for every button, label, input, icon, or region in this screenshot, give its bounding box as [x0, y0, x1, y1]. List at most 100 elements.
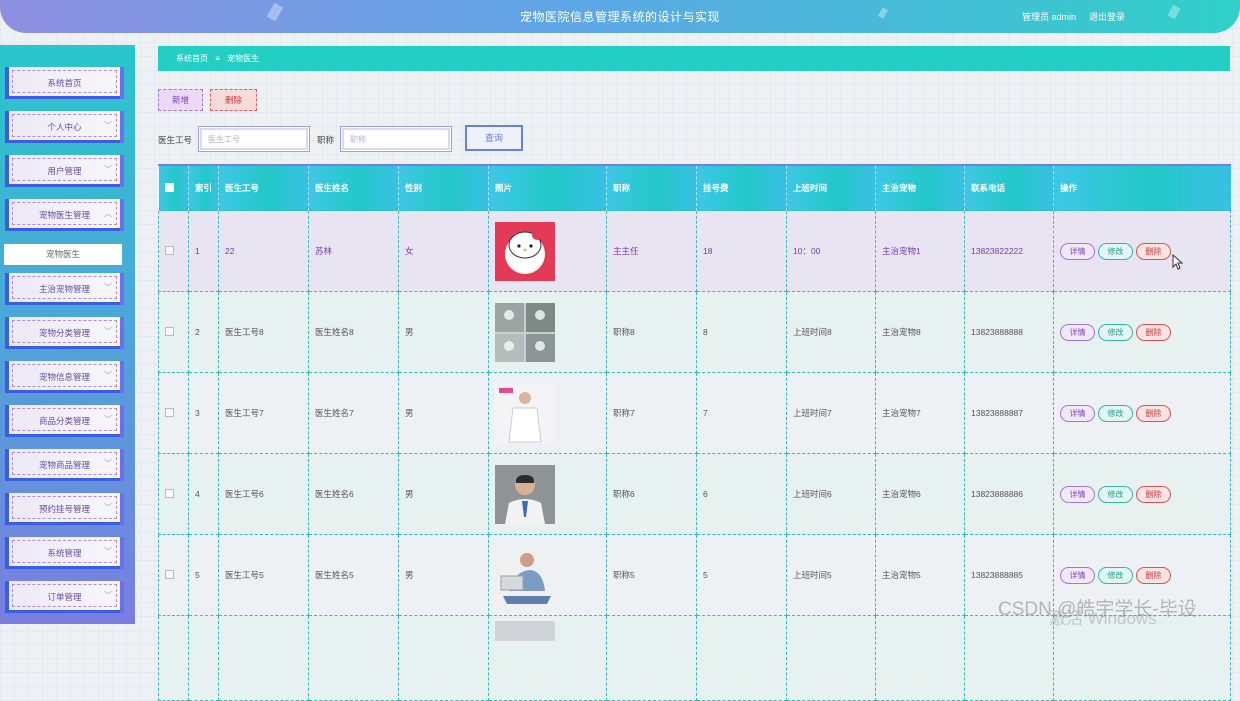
- fee-cell: 8: [696, 291, 787, 373]
- chevron-down-icon: ﹀: [104, 503, 112, 512]
- actions-cell: 详情 修改 删除: [1053, 372, 1231, 454]
- title-cell: 职称6: [606, 453, 697, 535]
- photo-cell: [488, 210, 607, 292]
- treated-pet-cell: 主治宠物6: [875, 453, 965, 535]
- photo-cell: [488, 372, 607, 454]
- view-button[interactable]: 详情: [1060, 242, 1095, 260]
- select-all-checkbox[interactable]: [165, 182, 174, 192]
- chevron-down-icon: ﹀: [104, 283, 112, 292]
- row-checkbox[interactable]: [165, 245, 174, 255]
- row-select-cell[interactable]: [158, 291, 189, 373]
- row-select-cell[interactable]: [158, 453, 189, 535]
- phone-cell: [964, 615, 1054, 701]
- sidebar-subitem-doctor[interactable]: 宠物医生: [4, 244, 122, 265]
- row-select-cell[interactable]: [158, 372, 189, 454]
- sidebar-item-system[interactable]: 系统管理 ﹀: [5, 537, 120, 569]
- table-row: 1 22 苏林 女 主主任 18 10：00 主治宠物1 13823822222: [158, 210, 1231, 292]
- edit-button[interactable]: 修改: [1098, 566, 1133, 584]
- chevron-down-icon: ﹀: [104, 121, 112, 130]
- breadcrumb-separator: ≡: [215, 54, 220, 63]
- sidebar-item-users[interactable]: 用户管理 ﹀: [5, 155, 120, 187]
- doctor-photo[interactable]: [495, 464, 555, 524]
- select-all-header[interactable]: [158, 164, 189, 211]
- treated-pet-cell: 主治宠物1: [875, 210, 965, 292]
- row-select-cell[interactable]: [158, 615, 189, 701]
- phone-cell: 13823888886: [964, 453, 1054, 535]
- activate-windows-text: 激活 Windows: [1049, 609, 1157, 628]
- row-delete-button[interactable]: 删除: [1136, 485, 1171, 503]
- edit-button[interactable]: 修改: [1098, 404, 1133, 422]
- gender-cell: 男: [398, 453, 489, 535]
- row-checkbox[interactable]: [165, 569, 174, 579]
- gender-cell: [398, 615, 489, 701]
- column-header: 照片: [488, 164, 607, 211]
- treated-pet-cell: [875, 615, 965, 701]
- view-button[interactable]: 详情: [1060, 566, 1095, 584]
- index-cell: 5: [188, 534, 219, 616]
- breadcrumb: 系统首页 ≡ 宠物医生: [158, 46, 1230, 71]
- row-select-cell[interactable]: [158, 534, 189, 616]
- view-button[interactable]: 详情: [1060, 485, 1095, 503]
- doctor-id-cell: 医生工号6: [218, 453, 309, 535]
- sidebar-item-home[interactable]: 系统首页: [5, 67, 120, 99]
- row-delete-button[interactable]: 删除: [1136, 566, 1171, 584]
- edit-button[interactable]: 修改: [1098, 323, 1133, 341]
- doctor-photo[interactable]: [495, 302, 555, 362]
- title-cell: 职称8: [606, 291, 697, 373]
- delete-button[interactable]: 删除: [210, 89, 257, 111]
- gender-cell: 女: [398, 210, 489, 292]
- treated-pet-cell: 主治宠物8: [875, 291, 965, 373]
- doctor-id-cell: [218, 615, 309, 701]
- column-header: 挂号费: [696, 164, 787, 211]
- sidebar: 系统首页 个人中心 ﹀ 用户管理 ﹀ 宠物医生管理 ︿ 宠物医生 主治宠物管理 …: [0, 45, 135, 624]
- table-row: 3 医生工号7 医生姓名7 男 职称7 7 上班时间7 主治宠物7 138238…: [158, 372, 1231, 454]
- sidebar-item-product-categories[interactable]: 商品分类管理 ﹀: [5, 405, 120, 437]
- query-button[interactable]: 查询: [465, 125, 523, 151]
- current-user: 管理员 admin: [1022, 12, 1077, 22]
- sidebar-item-appointments[interactable]: 预约挂号管理 ﹀: [5, 493, 120, 525]
- row-checkbox[interactable]: [165, 488, 174, 498]
- fee-cell: 6: [696, 453, 787, 535]
- row-checkbox[interactable]: [165, 326, 174, 336]
- row-checkbox[interactable]: [165, 407, 174, 417]
- column-header: 上班时间: [786, 164, 876, 211]
- work-time-cell: 上班时间5: [786, 534, 876, 616]
- doctor-id-label: 医生工号: [158, 135, 193, 145]
- doctor-photo[interactable]: [495, 383, 555, 443]
- doctor-name-cell: 医生姓名8: [308, 291, 399, 373]
- table-row: 4 医生工号6 医生姓名6 男 职称6 6 上班时间6 主治宠物6 138238…: [158, 453, 1231, 535]
- doctor-id-cell: 医生工号5: [218, 534, 309, 616]
- work-time-cell: 上班时间6: [786, 453, 876, 535]
- sidebar-item-orders[interactable]: 订单管理 ﹀: [5, 581, 120, 613]
- logout-link[interactable]: 退出登录: [1089, 10, 1125, 23]
- photo-cell: [488, 534, 607, 616]
- row-delete-button[interactable]: 删除: [1136, 242, 1171, 260]
- chevron-down-icon: ﹀: [104, 591, 112, 600]
- sidebar-item-pet-categories[interactable]: 宠物分类管理 ﹀: [5, 317, 120, 349]
- row-delete-button[interactable]: 删除: [1136, 404, 1171, 422]
- work-time-cell: 10：00: [786, 210, 876, 292]
- doctor-id-input[interactable]: [198, 126, 310, 152]
- view-button[interactable]: 详情: [1060, 323, 1095, 341]
- sidebar-item-pet-products[interactable]: 宠物商品管理 ﹀: [5, 449, 120, 481]
- doctor-photo[interactable]: [495, 545, 555, 605]
- doctor-id-cell: 医生工号8: [218, 291, 309, 373]
- row-delete-button[interactable]: 删除: [1136, 323, 1171, 341]
- column-header: 职称: [606, 164, 697, 211]
- doctor-photo[interactable]: [495, 221, 555, 281]
- row-select-cell[interactable]: [158, 210, 189, 292]
- breadcrumb-home[interactable]: 系统首页: [176, 46, 208, 71]
- add-button[interactable]: 新增: [158, 89, 203, 111]
- fee-cell: 7: [696, 372, 787, 454]
- actions-cell: 详情 修改 删除: [1053, 210, 1231, 292]
- sidebar-item-pet-info[interactable]: 宠物信息管理 ﹀: [5, 361, 120, 393]
- view-button[interactable]: 详情: [1060, 404, 1095, 422]
- doctor-name-cell: 医生姓名5: [308, 534, 399, 616]
- title-input[interactable]: [340, 126, 452, 152]
- sidebar-item-profile[interactable]: 个人中心 ﹀: [5, 111, 120, 143]
- edit-button[interactable]: 修改: [1098, 485, 1133, 503]
- sidebar-item-treated-pets[interactable]: 主治宠物管理 ﹀: [5, 273, 120, 305]
- doctor-photo[interactable]: [495, 621, 555, 641]
- edit-button[interactable]: 修改: [1098, 242, 1133, 260]
- sidebar-item-doctors[interactable]: 宠物医生管理 ︿: [5, 199, 120, 231]
